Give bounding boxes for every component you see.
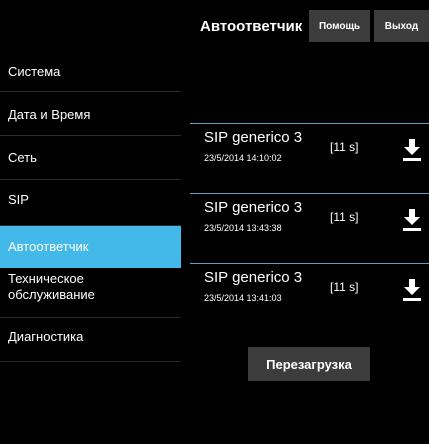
sidebar-item-system[interactable]: Система bbox=[0, 48, 181, 92]
download-icon[interactable] bbox=[401, 138, 423, 162]
message-duration: [11 s] bbox=[330, 210, 359, 224]
caller-name: SIP generico 3 bbox=[204, 269, 303, 286]
sidebar-item-network[interactable]: Сеть bbox=[0, 136, 181, 180]
reboot-button[interactable]: Перезагрузка bbox=[248, 347, 370, 381]
sidebar-item-maintenance[interactable]: Техническое обслуживание bbox=[0, 268, 181, 318]
sidebar-item-label: Техническое обслуживание bbox=[8, 271, 95, 302]
list-item[interactable]: SIP generico 3 23/5/2014 14:10:02 [11 s] bbox=[190, 123, 429, 189]
list-item[interactable]: SIP generico 3 23/5/2014 13:41:03 [11 s] bbox=[190, 263, 429, 329]
sidebar-item-answering-machine[interactable]: Автоответчик bbox=[0, 226, 181, 268]
sidebar-item-sip[interactable]: SIP bbox=[0, 180, 181, 226]
exit-button[interactable]: Выход bbox=[374, 10, 429, 42]
caller-name: SIP generico 3 bbox=[204, 129, 303, 146]
sidebar-item-label: SIP bbox=[8, 192, 29, 207]
message-duration: [11 s] bbox=[330, 140, 359, 154]
message-list: SIP generico 3 23/5/2014 14:10:02 [11 s]… bbox=[190, 123, 429, 329]
message-date: 23/5/2014 13:41:03 bbox=[204, 293, 282, 303]
header: Автоответчик Помощь Выход bbox=[0, 0, 429, 42]
message-date: 23/5/2014 13:43:38 bbox=[204, 223, 282, 233]
download-icon[interactable] bbox=[401, 278, 423, 302]
message-duration: [11 s] bbox=[330, 280, 359, 294]
sidebar-item-label: Дата и Время bbox=[8, 107, 91, 122]
sidebar-item-datetime[interactable]: Дата и Время bbox=[0, 92, 181, 136]
sidebar-item-diagnostics[interactable]: Диагностика bbox=[0, 318, 181, 362]
sidebar-item-label: Сеть bbox=[8, 150, 37, 165]
download-icon[interactable] bbox=[401, 208, 423, 232]
sidebar-item-label: Диагностика bbox=[8, 329, 84, 344]
sidebar-item-label: Автоответчик bbox=[8, 239, 89, 254]
sidebar-item-label: Система bbox=[8, 64, 61, 79]
caller-name: SIP generico 3 bbox=[204, 199, 303, 216]
page-title: Автоответчик bbox=[200, 18, 303, 35]
list-item[interactable]: SIP generico 3 23/5/2014 13:43:38 [11 s] bbox=[190, 193, 429, 259]
help-button[interactable]: Помощь bbox=[309, 10, 370, 42]
sidebar: Система Дата и Время Сеть SIP Автоответч… bbox=[0, 48, 181, 362]
message-date: 23/5/2014 14:10:02 bbox=[204, 153, 282, 163]
